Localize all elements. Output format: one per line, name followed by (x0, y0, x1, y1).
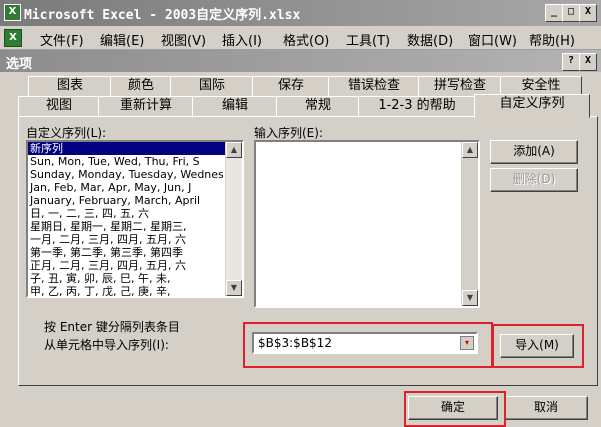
excel-title-bar: X Microsoft Excel - 2003自定义序列.xlsx _ □ X (0, 0, 601, 26)
highlight-import-box (492, 324, 584, 368)
custom-list-item[interactable]: 正月, 二月, 三月, 四月, 五月, 六 (28, 259, 242, 272)
custom-lists-label: 自定义序列(L): (26, 126, 107, 140)
tab-color[interactable]: 颜色 (110, 76, 172, 98)
close-window-button[interactable]: X (579, 4, 597, 22)
menu-bar: X 文件(F) 编辑(E) 视图(V) 插入(I) 格式(O) 工具(T) 数据… (0, 26, 601, 50)
scroll-up-icon[interactable]: ▲ (226, 142, 242, 158)
scroll-up-icon[interactable]: ▲ (462, 142, 478, 158)
menu-window[interactable]: 窗口(W) (468, 30, 517, 49)
tab-calculation[interactable]: 重新计算 (98, 96, 194, 118)
separator-hint: 按 Enter 键分隔列表条目 (44, 320, 180, 334)
workbook-icon[interactable]: X (4, 29, 22, 47)
tab-view[interactable]: 视图 (18, 96, 100, 118)
menu-help[interactable]: 帮助(H) (529, 30, 575, 49)
dialog-title: 选项 (6, 57, 33, 72)
menu-tools[interactable]: 工具(T) (346, 30, 390, 49)
close-dialog-button[interactable]: X (579, 53, 597, 71)
tab-international[interactable]: 国际 (170, 76, 254, 98)
highlight-range-box (243, 322, 493, 368)
input-list-scrollbar[interactable]: ▲ ▼ (461, 142, 478, 306)
add-button[interactable]: 添加(A) (490, 140, 578, 164)
custom-list-item[interactable]: 子, 丑, 寅, 卯, 辰, 巳, 午, 未, (28, 272, 242, 285)
cancel-button[interactable]: 取消 (504, 396, 588, 420)
menu-data[interactable]: 数据(D) (407, 30, 453, 49)
custom-list-item[interactable]: 星期日, 星期一, 星期二, 星期三, (28, 220, 242, 233)
menu-view[interactable]: 视图(V) (161, 30, 206, 49)
custom-lists-scrollbar[interactable]: ▲ ▼ (225, 142, 242, 296)
excel-app-icon: X (4, 4, 21, 21)
import-range-label: 从单元格中导入序列(I): (44, 338, 169, 352)
window-title: Microsoft Excel - 2003自定义序列.xlsx (24, 8, 301, 23)
custom-list-item[interactable]: 新序列 (28, 142, 242, 155)
scroll-down-icon[interactable]: ▼ (226, 280, 242, 296)
custom-list-item[interactable]: 第一季, 第二季, 第三季, 第四季 (28, 246, 242, 259)
delete-button[interactable]: 删除(D) (490, 168, 578, 192)
tab-edit[interactable]: 编辑 (192, 96, 278, 118)
tab-chart[interactable]: 图表 (28, 76, 112, 98)
custom-list-item[interactable]: 一月, 二月, 三月, 四月, 五月, 六 (28, 233, 242, 246)
highlight-ok-box (404, 391, 506, 427)
tab-lotus-help[interactable]: 1-2-3 的帮助 (358, 96, 476, 118)
dialog-title-bar: 选项 ? X (0, 50, 601, 72)
tab-error-checking[interactable]: 错误检查 (328, 76, 420, 98)
help-button[interactable]: ? (562, 53, 580, 71)
restore-button[interactable]: □ (562, 4, 580, 22)
custom-list-item[interactable]: Sunday, Monday, Tuesday, Wednes (28, 168, 242, 181)
menu-insert[interactable]: 插入(I) (222, 30, 262, 49)
menu-edit[interactable]: 编辑(E) (100, 30, 144, 49)
custom-lists-items: 新序列 Sun, Mon, Tue, Wed, Thu, Fri, S Sunday… (28, 142, 242, 296)
custom-list-item[interactable]: 甲, 乙, 丙, 丁, 戊, 己, 庚, 辛, (28, 285, 242, 296)
input-list-textarea[interactable]: ▲ ▼ (254, 140, 480, 308)
tab-general[interactable]: 常规 (276, 96, 360, 118)
tab-custom-lists[interactable]: 自定义序列 (474, 94, 590, 118)
menu-file[interactable]: 文件(F) (40, 30, 84, 49)
scroll-down-icon[interactable]: ▼ (462, 290, 478, 306)
custom-list-item[interactable]: Jan, Feb, Mar, Apr, May, Jun, J (28, 181, 242, 194)
input-list-label: 输入序列(E): (254, 126, 323, 140)
minimize-button[interactable]: _ (545, 4, 563, 22)
menu-format[interactable]: 格式(O) (283, 30, 329, 49)
custom-list-item[interactable]: 日, 一, 二, 三, 四, 五, 六 (28, 207, 242, 220)
custom-lists-listbox[interactable]: 新序列 Sun, Mon, Tue, Wed, Thu, Fri, S Sunday… (26, 140, 244, 298)
tab-save[interactable]: 保存 (252, 76, 330, 98)
custom-list-item[interactable]: Sun, Mon, Tue, Wed, Thu, Fri, S (28, 155, 242, 168)
custom-list-item[interactable]: January, February, March, April (28, 194, 242, 207)
